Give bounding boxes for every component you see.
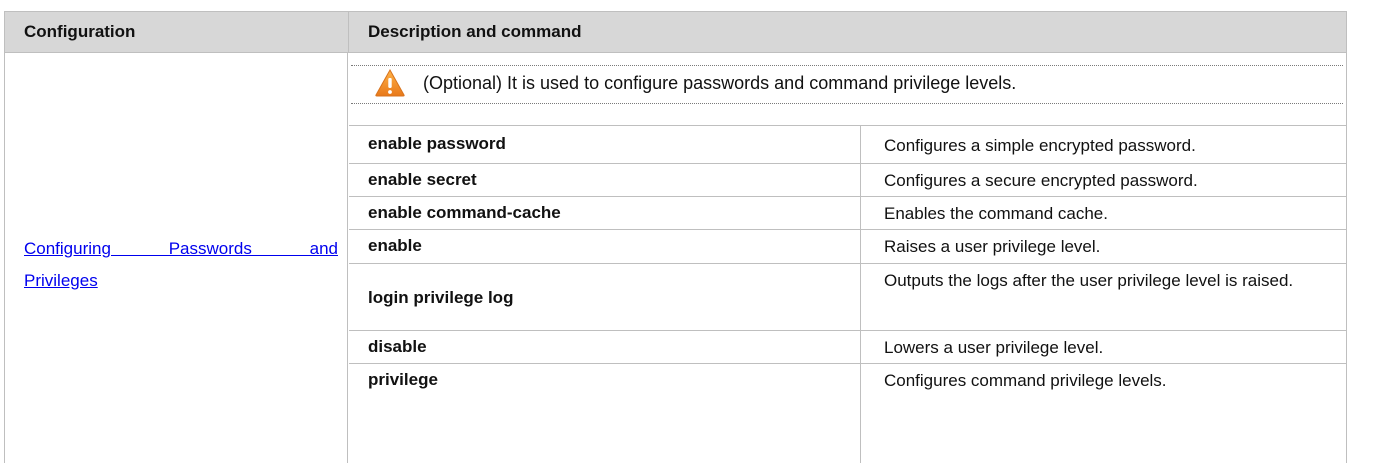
- table-row: enable Raises a user privilege level.: [349, 229, 1346, 264]
- command-name: privilege: [368, 370, 438, 389]
- table-right-border: [1346, 53, 1347, 463]
- table-row: privilege Configures command privilege l…: [349, 363, 1346, 404]
- command-description: Enables the command cache.: [884, 204, 1108, 223]
- command-description: Outputs the logs after the user privileg…: [884, 271, 1294, 290]
- table-row: enable secret Configures a secure encryp…: [349, 163, 1346, 197]
- command-description: Raises a user privilege level.: [884, 237, 1101, 256]
- note-text: (Optional) It is used to configure passw…: [423, 73, 1017, 93]
- warning-icon: [375, 69, 405, 97]
- configuration-table: Configuration Description and command Co…: [4, 11, 1347, 463]
- command-description: Configures a secure encrypted password.: [884, 171, 1198, 190]
- header-configuration: Configuration: [24, 22, 136, 41]
- command-description: Lowers a user privilege level.: [884, 338, 1104, 357]
- command-name: enable secret: [368, 170, 477, 189]
- configuring-passwords-link-cont[interactable]: Privileges: [24, 265, 98, 297]
- table-row: login privilege log Outputs the logs aft…: [349, 263, 1346, 331]
- header-divider: [348, 12, 349, 52]
- command-name: enable command-cache: [368, 203, 561, 222]
- table-row: disable Lowers a user privilege level.: [349, 330, 1346, 364]
- command-name: login privilege log: [368, 288, 514, 307]
- note-bottom-rule: [351, 103, 1343, 104]
- command-description: Configures a simple encrypted password.: [884, 136, 1196, 155]
- table-header: Configuration Description and command: [4, 11, 1347, 53]
- command-name: enable password: [368, 134, 506, 153]
- note-row: (Optional) It is used to configure passw…: [349, 53, 1346, 125]
- command-name: disable: [368, 337, 427, 356]
- header-description: Description and command: [368, 22, 582, 41]
- configuring-passwords-link[interactable]: Configuring Passwords and: [24, 233, 338, 265]
- table-row: enable command-cache Enables the command…: [349, 196, 1346, 230]
- command-description: Configures command privilege levels.: [884, 371, 1167, 390]
- command-name: enable: [368, 236, 422, 255]
- configuration-cell: Configuring Passwords and Privileges: [4, 53, 348, 463]
- note-top-rule: [351, 65, 1343, 66]
- table-row: enable password Configures a simple encr…: [349, 125, 1346, 164]
